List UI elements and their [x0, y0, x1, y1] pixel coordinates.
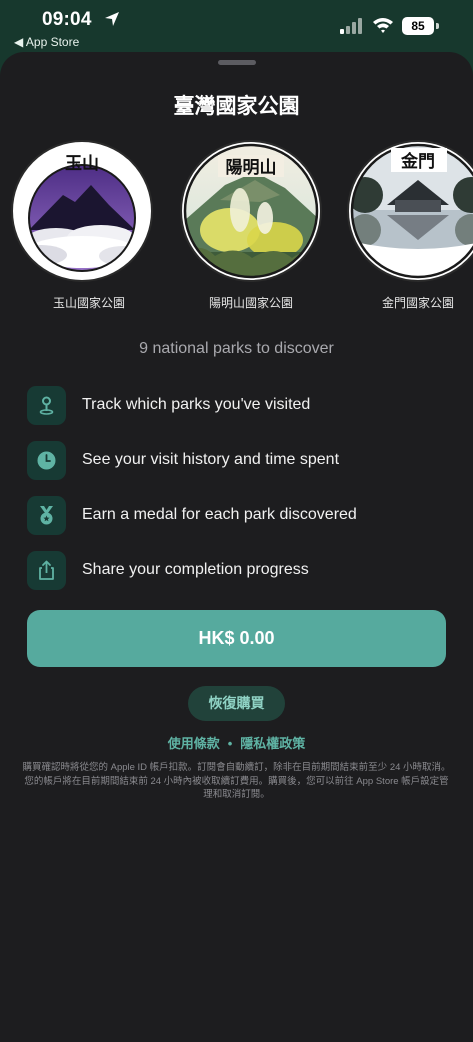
medal-icon	[27, 496, 66, 535]
feature-row-track: Track which parks you've visited	[27, 386, 447, 426]
kinmen-badge-image: 金門	[347, 140, 473, 282]
clock-icon	[27, 441, 66, 480]
battery-tip	[436, 23, 439, 29]
yangmingshan-badge-text: 陽明山	[226, 158, 277, 178]
park-label-yangmingshan: 陽明山國家公園	[208, 296, 293, 310]
park-label-yushan: 玉山國家公園	[52, 296, 125, 310]
map-pin-icon	[27, 386, 66, 425]
sheet-grabber[interactable]	[218, 60, 256, 65]
kinmen-badge-text: 金門	[400, 151, 435, 172]
purchase-button[interactable]: HK$ 0.00	[27, 610, 446, 667]
subscription-legal-text: 購買確認時將從您的 Apple ID 帳戶扣款。訂閱會自動續訂，除非在目前期間結…	[22, 762, 451, 800]
paywall-sheet: 臺灣國家公園 玉山 玉山國家公園 陽明山 陽明山國家公園 金門 金門國家公園 9…	[0, 52, 473, 1042]
yushan-badge-text: 玉山	[65, 154, 99, 174]
status-time: 09:04	[42, 9, 92, 30]
yushan-badge-image: 玉山	[11, 140, 153, 282]
feature-row-medal: Earn a medal for each park discovered	[27, 496, 447, 536]
battery-level: 85	[411, 19, 425, 33]
feature-text-share: Share your completion progress	[82, 561, 309, 578]
signal-icon	[340, 18, 362, 34]
yangmingshan-badge-image: 陽明山	[180, 140, 322, 282]
battery-icon: 85	[402, 17, 434, 35]
status-bar: 09:04 ◀ App Store 85	[0, 0, 473, 56]
terms-of-use-link[interactable]: 使用條款	[168, 736, 220, 751]
location-arrow-icon	[105, 12, 119, 26]
wifi-icon	[373, 18, 393, 33]
feature-row-history: See your visit history and time spent	[27, 441, 447, 481]
restore-purchase-button[interactable]: 恢復購買	[188, 686, 285, 721]
park-label-kinmen: 金門國家公園	[381, 296, 454, 310]
parks-count-subtitle: 9 national parks to discover	[139, 340, 334, 357]
feature-text-medal: Earn a medal for each park discovered	[82, 506, 357, 523]
privacy-policy-link[interactable]: 隱私權政策	[240, 736, 305, 751]
share-icon	[27, 551, 66, 590]
feature-text-history: See your visit history and time spent	[82, 451, 340, 468]
feature-text-track: Track which parks you've visited	[82, 396, 311, 413]
sheet-title: 臺灣國家公園	[173, 95, 300, 118]
back-to-app-store-link[interactable]: ◀ App Store	[14, 35, 79, 49]
link-separator: •	[227, 736, 233, 751]
legal-links: 使用條款 • 隱私權政策	[0, 733, 473, 752]
feature-row-share: Share your completion progress	[27, 551, 447, 591]
